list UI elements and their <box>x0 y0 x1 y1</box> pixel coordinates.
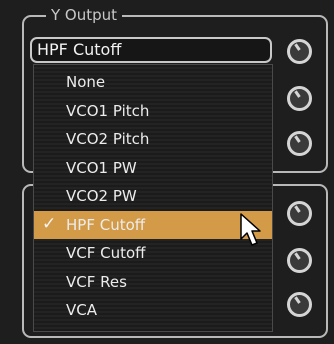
menu-item[interactable]: ✓ HPF Cutoff <box>34 210 272 239</box>
knob-icon[interactable] <box>287 292 312 317</box>
menu-item-label: VCO2 PW <box>66 187 137 205</box>
menu-item[interactable]: VCF Res <box>34 268 272 296</box>
menu-item[interactable]: VCF Cutoff <box>34 239 272 267</box>
menu-item[interactable]: None <box>34 68 272 96</box>
menu-item[interactable]: VCO1 Pitch <box>34 97 272 125</box>
menu-item[interactable]: VCO2 PW <box>34 182 272 210</box>
knob-icon[interactable] <box>287 201 312 226</box>
menu-item-label: VCO2 Pitch <box>66 130 150 148</box>
menu-item-label: HPF Cutoff <box>66 215 146 234</box>
menu-item[interactable]: VCA <box>34 296 272 324</box>
y-output-combo[interactable]: HPF Cutoff <box>30 37 272 63</box>
mouse-pointer-icon <box>240 213 261 246</box>
knob-icon[interactable] <box>287 248 312 273</box>
knob-icon[interactable] <box>287 39 312 64</box>
y-output-combo-value: HPF Cutoff <box>37 40 122 59</box>
checkmark-icon: ✓ <box>42 213 57 234</box>
menu-item-label: None <box>66 73 106 91</box>
menu-item-label: VCO1 PW <box>66 158 137 177</box>
menu-item-label: VCA <box>66 301 97 319</box>
knob-icon[interactable] <box>287 131 312 156</box>
menu-item-label: VCO1 Pitch <box>66 101 150 120</box>
dropdown-menu: None VCO1 Pitch VCO2 Pitch VCO1 PW VCO2 PW ✓ H… <box>33 64 273 332</box>
menu-item-label: VCF Res <box>66 272 127 291</box>
menu-item[interactable]: VCO2 Pitch <box>34 125 272 153</box>
y-output-legend: Y Output <box>46 6 123 24</box>
menu-item-label: VCF Cutoff <box>66 244 146 262</box>
knob-icon[interactable] <box>287 86 312 111</box>
menu-item[interactable]: VCO1 PW <box>34 154 272 182</box>
